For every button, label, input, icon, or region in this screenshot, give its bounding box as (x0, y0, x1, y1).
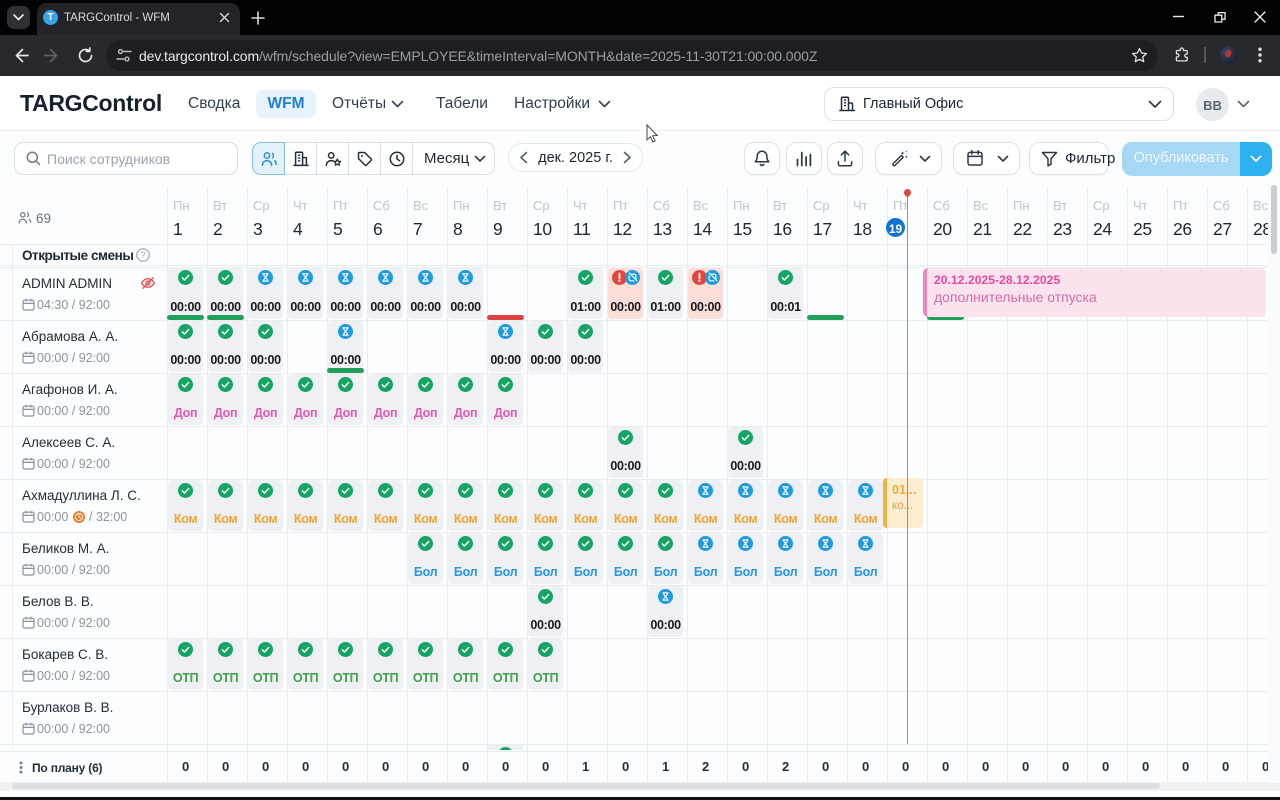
svg-text:?: ? (140, 250, 145, 260)
